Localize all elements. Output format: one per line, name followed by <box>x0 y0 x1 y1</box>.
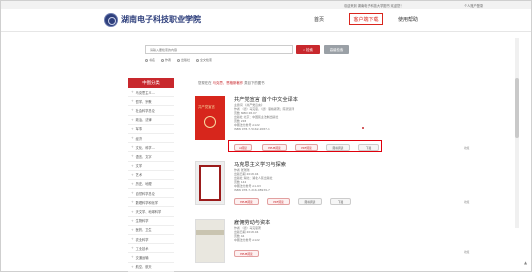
sidebar-item[interactable]: + 军事 <box>128 125 174 134</box>
advanced-search-button[interactable]: 高级检索 <box>324 45 349 54</box>
book-cover[interactable]: 共产党宣言 <box>195 96 225 140</box>
sidebar-item[interactable]: + 交通运输 <box>128 253 174 263</box>
book-item: 马克思主义学习与探索 作者 张瑞瑞 出版日期 2018.04 出版社 湖北：湖北… <box>195 161 469 211</box>
expand-icon: + <box>131 264 134 269</box>
book-meta: ISBN 978-7-216-08939-7 <box>234 188 270 192</box>
page-scrollbar[interactable] <box>515 38 519 228</box>
marker-dot <box>362 127 364 129</box>
book-cover[interactable] <box>195 161 225 205</box>
expand-icon: + <box>131 255 134 260</box>
expand-icon: + <box>131 163 134 168</box>
nav-client-download-label: 客户端下载 <box>353 16 379 23</box>
search-input[interactable] <box>146 46 292 53</box>
expand-icon: + <box>131 237 134 242</box>
expand-icon: + <box>131 126 134 131</box>
sidebar-item[interactable]: + 艺术 <box>128 171 174 180</box>
book-meta: ISBN 978-7-5162-2087-1 <box>234 127 270 131</box>
sidebar-item[interactable]: + 自然科学总论 <box>128 189 174 199</box>
annotation-highlight-box <box>228 140 382 152</box>
welcome-notice: 欢迎来到 湖南电子科技大学图书 欢迎您！ <box>344 4 404 8</box>
category-sidebar: 中图分类 + 马克思主义… + 哲学、宗教 + 社会科学总论 + 政治、法律 + 军事 +… <box>128 78 174 272</box>
expand-icon: + <box>131 145 134 150</box>
book-title[interactable]: 雇佣劳动与资本 <box>234 219 270 226</box>
epub-read-button[interactable]: EPUB阅读 <box>234 250 259 257</box>
sidebar-item[interactable]: + 航空、航天 <box>128 263 174 272</box>
favorite-link[interactable]: 收藏 <box>464 250 469 254</box>
expand-icon: + <box>131 218 134 223</box>
cover-frame <box>199 165 221 201</box>
site-header: 湖南电子科技职业学院 数字图书馆 首页 客户端下载 使用帮助 <box>1 9 531 32</box>
scroll-to-top-icon[interactable]: ▲ <box>524 260 527 265</box>
sidebar-item[interactable]: + 数理科学和化学 <box>128 198 174 208</box>
sidebar-item[interactable]: + 政治、法律 <box>128 116 174 125</box>
sidebar-item[interactable]: + 哲学、宗教 <box>128 97 174 107</box>
epub-read-button[interactable]: EPUB阅读 <box>234 198 259 205</box>
cover-band <box>196 230 224 235</box>
nav-help[interactable]: 使用帮助 <box>398 16 418 23</box>
expand-icon: + <box>131 181 134 186</box>
search-button-label: 检索 <box>306 48 313 52</box>
expand-icon: + <box>131 154 134 159</box>
expand-icon: + <box>131 172 134 177</box>
sidebar-item[interactable]: + 文化、科学… <box>128 143 174 153</box>
sidebar-title: 中图分类 <box>128 78 174 88</box>
pdf-read-button[interactable]: PDF阅读 <box>267 198 290 205</box>
nav-client-download[interactable]: 客户端下载 <box>349 13 383 25</box>
expand-icon: + <box>131 90 134 95</box>
search-button[interactable]: ⌕ 检索 <box>296 45 320 54</box>
expand-icon: + <box>131 99 134 104</box>
search-band: ⌕ 检索 高级检索 书名 作者 出版社 全文检索 <box>1 33 531 69</box>
cover-emblem-icon <box>204 116 216 128</box>
sidebar-item[interactable]: + 医药、卫生 <box>128 226 174 235</box>
search-box[interactable] <box>145 45 293 54</box>
scope-radio-author[interactable]: 作者 <box>161 58 171 62</box>
sidebar-item[interactable]: + 农业科学 <box>128 235 174 245</box>
sidebar-item[interactable]: + 历史、地理 <box>128 180 174 190</box>
scope-radio-fulltext[interactable]: 全文检索 <box>196 58 212 62</box>
book-item: 共产党宣言 共产党宣言 首个中文全译本 主题词 《共产党宣言》 作者 （德）马克… <box>195 96 469 151</box>
expand-icon: + <box>131 108 134 113</box>
sidebar-item[interactable]: + 社会科学总论 <box>128 106 174 116</box>
sidebar-item[interactable]: + 马克思主义… <box>128 88 174 98</box>
nav-home[interactable]: 首页 <box>314 16 324 23</box>
sidebar-item[interactable]: + 文学 <box>128 162 174 171</box>
breadcrumb-path[interactable]: 马克思、恩格斯著作 <box>213 81 244 85</box>
cover-title: 共产党宣言 <box>198 105 215 109</box>
favorite-link[interactable]: 收藏 <box>464 200 469 204</box>
scope-radio-publisher[interactable]: 出版社 <box>177 58 190 62</box>
sidebar-item[interactable]: + 天文学、地球科学 <box>128 207 174 217</box>
sidebar-item[interactable]: + 工业技术 <box>128 244 174 254</box>
sidebar-item[interactable]: + 语言、文字 <box>128 152 174 162</box>
search-scope-options: 书名 作者 出版社 全文检索 <box>145 58 212 62</box>
expand-icon: + <box>131 209 134 214</box>
user-login-link[interactable]: 个人账户登录 <box>464 3 483 8</box>
expand-icon: + <box>131 117 134 122</box>
expand-icon: + <box>131 200 134 205</box>
book-read-button[interactable]: 图书阅读 <box>298 198 322 205</box>
sidebar-item[interactable]: + 经济 <box>128 134 174 144</box>
scrollbar-thumb[interactable] <box>515 78 519 138</box>
search-icon: ⌕ <box>303 47 306 52</box>
scope-radio-title[interactable]: 书名 <box>145 58 155 62</box>
expand-icon: + <box>131 136 134 141</box>
book-item: 雇佣劳动与资本 作者 （德）马克思著 出版日期 2018.04 页数 44 中图… <box>195 219 469 269</box>
top-bar: 欢迎来到 湖南电子科技大学图书 欢迎您！ 个人账户登录 <box>1 1 531 9</box>
school-seal-icon <box>104 13 118 27</box>
book-title[interactable]: 马克思主义学习与探索 <box>234 161 286 168</box>
book-title[interactable]: 共产党宣言 首个中文全译本 <box>234 96 298 103</box>
site-logo-subtitle: 数字图书馆 <box>179 16 197 20</box>
breadcrumb: 您现在在 马克思、恩格斯著作 类目下的图书 <box>198 81 265 85</box>
book-cover[interactable] <box>195 219 225 263</box>
download-button[interactable]: 下载 <box>330 198 351 205</box>
expand-icon: + <box>131 246 134 251</box>
sidebar-item[interactable]: + 生物科学 <box>128 217 174 226</box>
expand-icon: + <box>131 191 134 196</box>
expand-icon: + <box>131 227 134 232</box>
favorite-link[interactable]: 收藏 <box>464 146 469 150</box>
book-meta: 中图法分类号 A122 <box>234 238 260 242</box>
